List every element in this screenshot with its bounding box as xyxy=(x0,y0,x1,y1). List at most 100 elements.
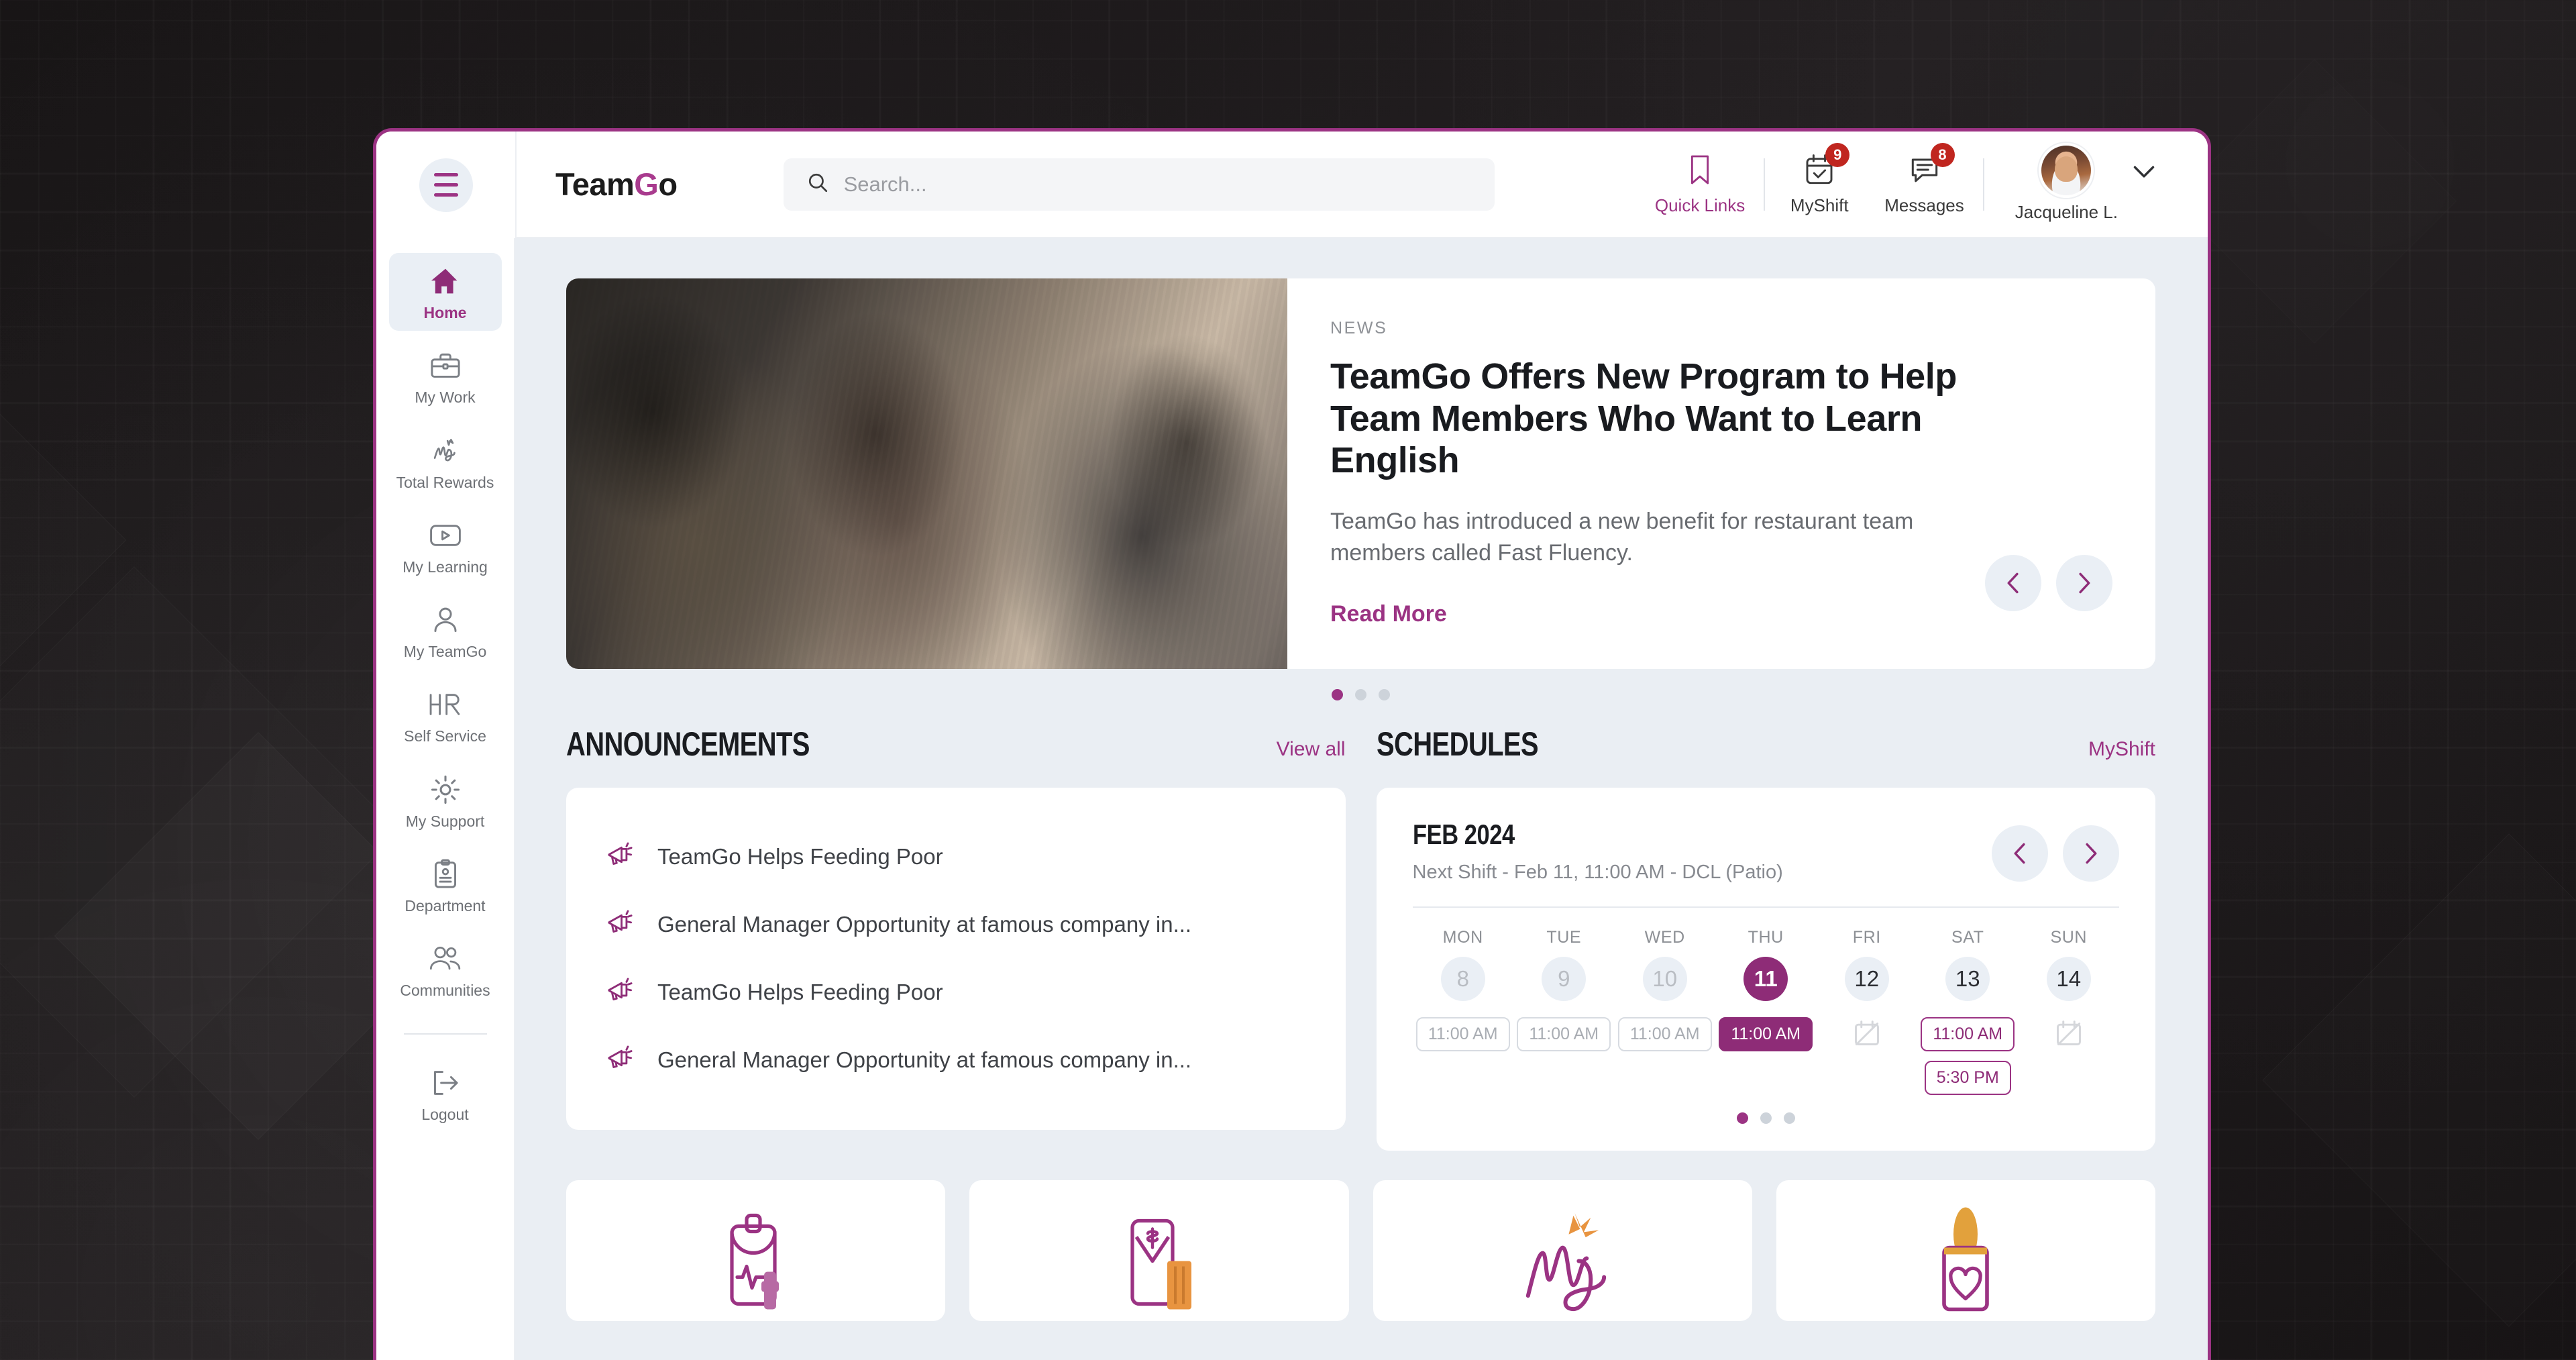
sidebar-label: My Support xyxy=(405,812,485,830)
app-body: Home My Work Total Rewards My Learning M… xyxy=(376,238,2208,1360)
list-item[interactable]: General Manager Opportunity at famous co… xyxy=(604,1026,1308,1094)
pay-money-icon xyxy=(1106,1207,1213,1321)
announcement-text: TeamGo Helps Feeding Poor xyxy=(657,979,943,1004)
person-icon xyxy=(431,603,460,637)
day-column-sun: SUN 14 xyxy=(2019,928,2120,1095)
no-shift-indicator xyxy=(2054,1018,2084,1051)
quick-card-health[interactable] xyxy=(566,1180,946,1321)
day-column-wed: WED 10 11:00 AM xyxy=(1615,928,1716,1095)
shift-chip[interactable]: 11:00 AM xyxy=(1415,1017,1510,1051)
avatar xyxy=(2041,146,2092,195)
divider xyxy=(1412,906,2119,908)
list-item[interactable]: TeamGo Helps Feeding Poor xyxy=(604,823,1308,890)
background-diamond xyxy=(0,566,400,1098)
news-description: TeamGo has introduced a new benefit for … xyxy=(1330,508,1914,566)
shift-chip[interactable]: 5:30 PM xyxy=(1924,1061,2011,1095)
calendar-check-icon: 9 xyxy=(1804,143,1850,187)
chevron-down-icon[interactable] xyxy=(2133,164,2155,182)
day-column-thu: THU 11 11:00 AM xyxy=(1715,928,1817,1095)
announcements-section: ANNOUNCEMENTS View all TeamGo Helps Feed… xyxy=(566,725,1346,1151)
day-column-tue: TUE 9 11:00 AM xyxy=(1513,928,1615,1095)
list-item[interactable]: General Manager Opportunity at famous co… xyxy=(604,890,1308,958)
carousel-dot[interactable] xyxy=(1355,689,1366,700)
quick-card-wellbeing[interactable] xyxy=(1776,1180,2155,1321)
carousel-dot[interactable] xyxy=(1379,689,1390,700)
sidebar-label: My Learning xyxy=(402,558,488,576)
sidebar-label: Self Service xyxy=(404,727,486,745)
day-number[interactable]: 14 xyxy=(2046,957,2091,1001)
background-diamond xyxy=(2172,59,2457,344)
shift-chip[interactable]: 11:00 AM xyxy=(1921,1017,2015,1051)
day-number[interactable]: 11 xyxy=(1743,957,1788,1001)
sidebar-item-my-support[interactable]: My Support xyxy=(389,762,502,839)
announcements-view-all-link[interactable]: View all xyxy=(1277,738,1346,761)
message-lines-icon: 8 xyxy=(1909,143,1955,187)
sidebar-item-self-service[interactable]: Self Service xyxy=(389,676,502,754)
myshift-button[interactable]: 9 MyShift xyxy=(1769,143,1870,216)
day-number[interactable]: 8 xyxy=(1440,957,1485,1001)
sidebar-item-department[interactable]: Department xyxy=(389,846,502,924)
news-prev-button[interactable] xyxy=(1985,555,2041,611)
brand-logo[interactable]: TeamGo xyxy=(555,166,678,203)
sidebar-label: Logout xyxy=(421,1105,469,1123)
sidebar-label: My TeamGo xyxy=(403,643,487,661)
divider xyxy=(1982,158,1984,211)
day-number[interactable]: 9 xyxy=(1542,957,1587,1001)
hr-icon xyxy=(427,687,464,722)
shift-list: 11:00 AM xyxy=(1415,1017,1510,1051)
announcements-list: TeamGo Helps Feeding Poor General Manage… xyxy=(566,788,1346,1130)
announcement-text: General Manager Opportunity at famous co… xyxy=(657,911,1192,937)
calendar-off-icon xyxy=(1852,1018,1882,1051)
carousel-dot[interactable] xyxy=(1783,1112,1795,1124)
brand-prefix: Team xyxy=(555,166,635,202)
list-item[interactable]: TeamGo Helps Feeding Poor xyxy=(604,958,1308,1026)
announcements-header: ANNOUNCEMENTS View all xyxy=(566,725,1346,764)
user-menu[interactable]: Jacqueline L. xyxy=(1988,146,2176,223)
hamburger-icon[interactable] xyxy=(419,158,473,212)
schedule-next-button[interactable] xyxy=(2063,825,2119,882)
sidebar-item-communities[interactable]: Communities xyxy=(389,931,502,1008)
announcement-text: General Manager Opportunity at famous co… xyxy=(657,1047,1192,1072)
day-column-sat: SAT 13 11:00 AM 5:30 PM xyxy=(1917,928,2019,1095)
shift-chip[interactable]: 11:00 AM xyxy=(1617,1017,1712,1051)
messages-badge: 8 xyxy=(1930,143,1955,167)
sidebar-item-my-work[interactable]: My Work xyxy=(389,337,502,415)
day-name: THU xyxy=(1748,928,1784,947)
shift-chip[interactable]: 11:00 AM xyxy=(1517,1017,1611,1051)
quick-links-button[interactable]: Quick Links xyxy=(1640,152,1760,216)
user-identity: Jacqueline L. xyxy=(2015,146,2118,223)
messages-label: Messages xyxy=(1884,195,1964,215)
quick-card-pay[interactable] xyxy=(969,1180,1349,1321)
myshift-badge: 9 xyxy=(1825,143,1850,167)
day-number[interactable]: 10 xyxy=(1642,957,1687,1001)
news-body: NEWS TeamGo Offers New Program to Help T… xyxy=(1287,278,2155,669)
announcement-text: TeamGo Helps Feeding Poor xyxy=(657,843,943,869)
schedules-header: SCHEDULES MyShift xyxy=(1377,725,2156,764)
logout-icon xyxy=(429,1065,462,1100)
sidebar-item-total-rewards[interactable]: Total Rewards xyxy=(389,423,502,501)
news-kicker: NEWS xyxy=(1330,319,1388,337)
search-input[interactable] xyxy=(843,172,1472,197)
shift-chip[interactable]: 11:00 AM xyxy=(1719,1017,1813,1051)
people-icon xyxy=(428,941,463,976)
sidebar-item-logout[interactable]: Logout xyxy=(389,1055,502,1133)
day-column-mon: MON 8 11:00 AM xyxy=(1413,928,1514,1095)
schedule-prev-button[interactable] xyxy=(1992,825,2048,882)
news-next-button[interactable] xyxy=(2056,555,2112,611)
carousel-dot[interactable] xyxy=(1736,1112,1748,1124)
sidebar-item-my-teamgo[interactable]: My TeamGo xyxy=(389,592,502,670)
messages-button[interactable]: 8 Messages xyxy=(1870,143,1979,216)
day-name: MON xyxy=(1442,928,1483,947)
search-bar[interactable] xyxy=(783,158,1495,211)
day-number[interactable]: 13 xyxy=(1945,957,1990,1001)
carousel-dot[interactable] xyxy=(1332,689,1343,700)
news-carousel-dots xyxy=(566,669,2155,700)
quick-card-my-rewards[interactable] xyxy=(1373,1180,1752,1321)
day-number[interactable]: 12 xyxy=(1844,957,1889,1001)
day-name: FRI xyxy=(1852,928,1881,947)
schedules-myshift-link[interactable]: MyShift xyxy=(2088,738,2155,761)
sidebar-item-my-learning[interactable]: My Learning xyxy=(389,507,502,585)
sidebar-item-home[interactable]: Home xyxy=(388,253,502,331)
week-strip: MON 8 11:00 AM TUE 9 11:00 AM WED 10 11:… xyxy=(1413,928,2120,1095)
carousel-dot[interactable] xyxy=(1760,1112,1772,1124)
